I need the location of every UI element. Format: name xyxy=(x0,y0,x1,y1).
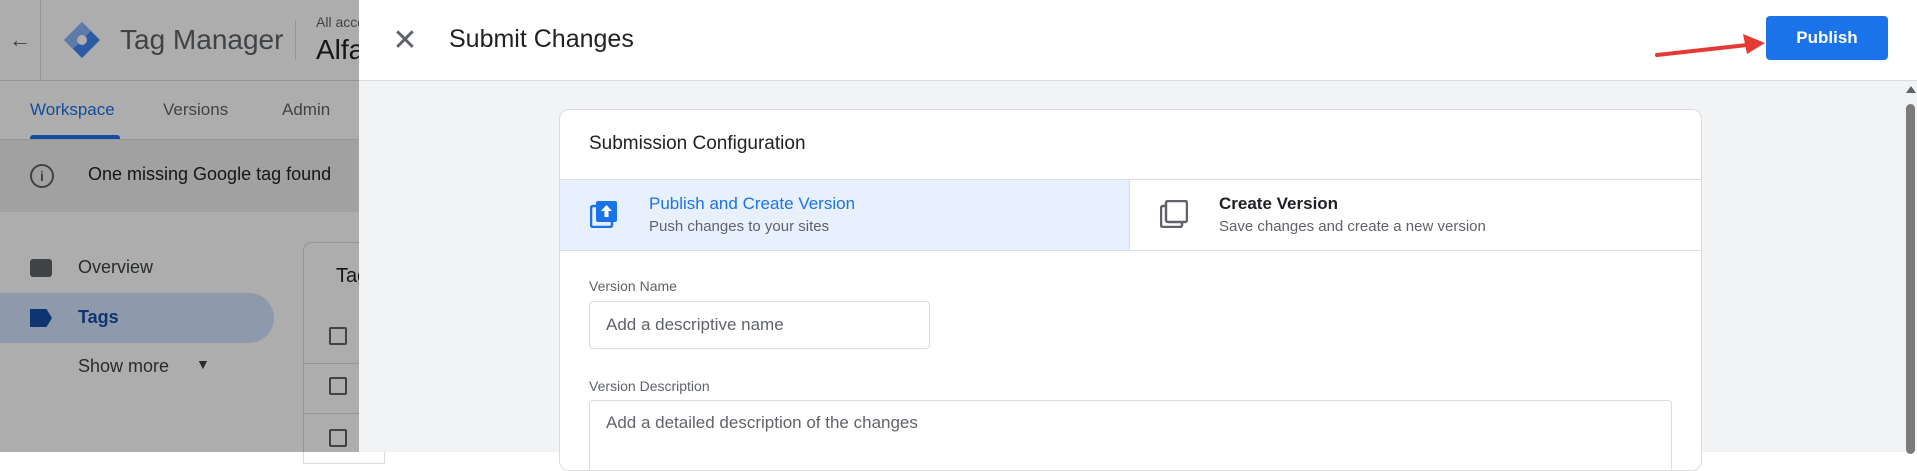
scrollbar-thumb[interactable] xyxy=(1906,104,1915,454)
submit-changes-panel: ✕ Submit Changes Publish Submission Conf… xyxy=(359,0,1917,471)
option-title: Publish and Create Version xyxy=(649,194,856,213)
publish-button[interactable]: Publish xyxy=(1766,16,1888,60)
version-name-label: Version Name xyxy=(589,278,677,294)
submission-configuration-card: Submission Configuration Publish and Cre… xyxy=(559,109,1702,471)
publish-upload-icon xyxy=(590,201,617,228)
scroll-up-arrow-icon[interactable] xyxy=(1906,86,1916,93)
option-subtitle: Push changes to your sites xyxy=(649,218,830,235)
version-name-input[interactable] xyxy=(589,301,930,349)
close-icon[interactable]: ✕ xyxy=(387,22,423,58)
modal-header: ✕ Submit Changes Publish xyxy=(359,0,1917,81)
annotation-arrow-icon xyxy=(1655,34,1765,57)
option-title: Create Version xyxy=(1219,194,1339,213)
copy-version-icon xyxy=(1160,200,1188,228)
option-create-version[interactable]: Create Version Save changes and create a… xyxy=(1130,180,1700,250)
modal-title: Submit Changes xyxy=(449,25,634,53)
version-description-input[interactable] xyxy=(589,400,1672,470)
scrollbar[interactable] xyxy=(1903,80,1917,454)
option-subtitle: Save changes and create a new version xyxy=(1219,218,1486,235)
submission-options: Publish and Create Version Push changes … xyxy=(560,179,1701,251)
version-description-label: Version Description xyxy=(589,378,710,394)
card-title: Submission Configuration xyxy=(589,133,806,154)
option-publish-and-create-version[interactable]: Publish and Create Version Push changes … xyxy=(560,180,1130,250)
